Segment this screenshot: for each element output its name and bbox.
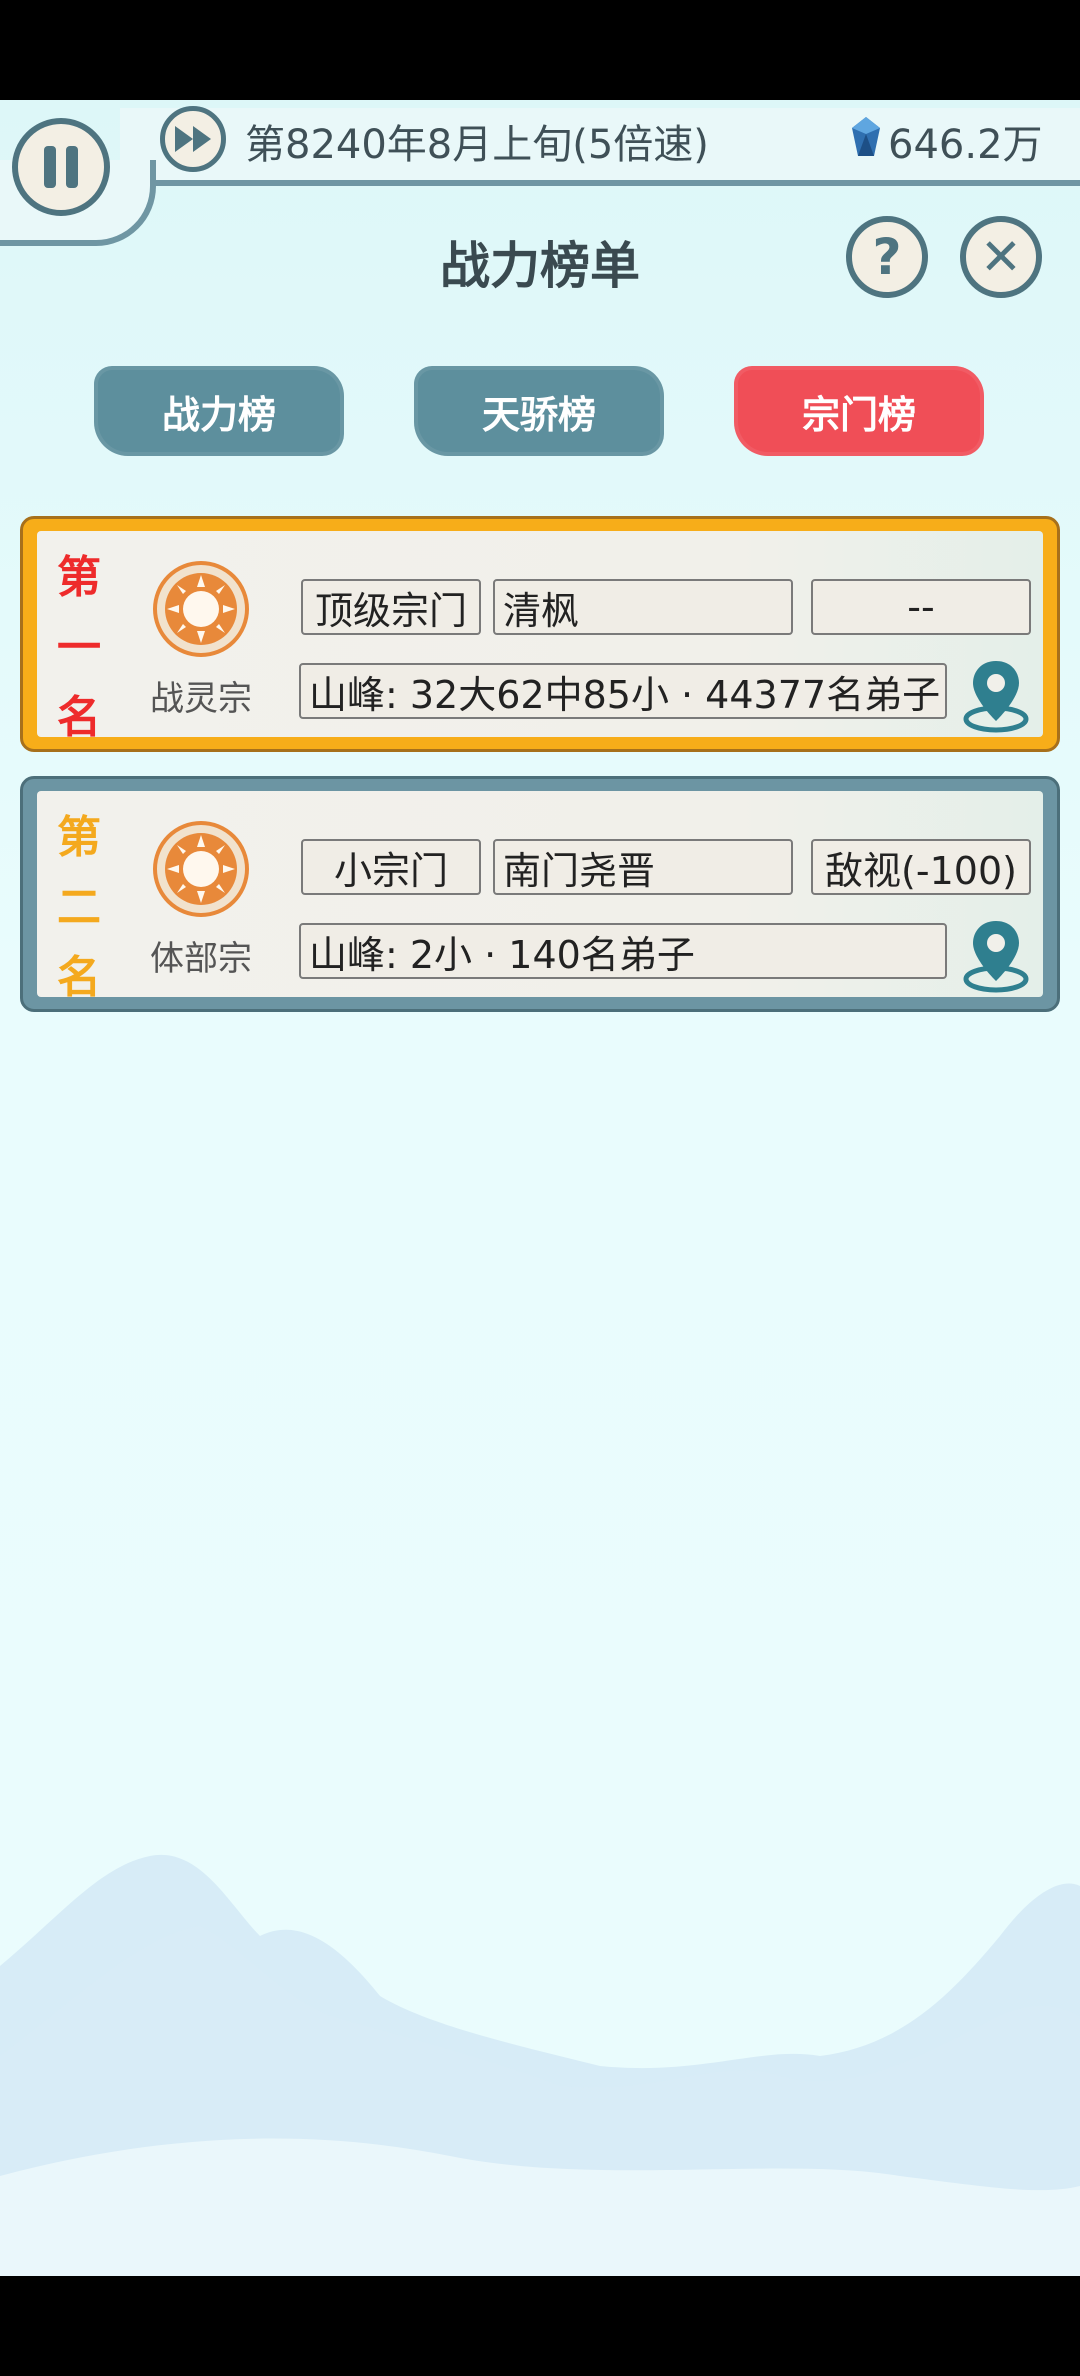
sect-name: 战灵宗 — [150, 679, 252, 719]
sect-relation: -- — [811, 579, 1031, 635]
rank-char: 二 — [57, 882, 101, 933]
pause-icon — [44, 146, 56, 188]
tab-prodigy-ranking[interactable]: 天骄榜 — [414, 366, 664, 456]
sun-emblem-icon — [153, 561, 249, 657]
pause-icon-bar — [66, 146, 78, 188]
sect-name: 体部宗 — [150, 939, 252, 979]
spirit-stone-count: 646.2万 — [888, 122, 1043, 168]
game-date: 第8240年8月上旬(5倍速) — [245, 122, 709, 168]
tab-sect-ranking[interactable]: 宗门榜 — [734, 366, 984, 456]
ranking-card-2[interactable]: 第 二 名 体部宗 小宗门 南门尧晋 敌视(-100) 山峰: 2小 · 140… — [20, 776, 1060, 1012]
ranking-card-1[interactable]: 第 一 名 战灵宗 顶级宗门 清枫 -- 山峰: 32大62中85小 · 443… — [20, 516, 1060, 752]
sect-relation: 敌视(-100) — [811, 839, 1031, 895]
question-icon: ? — [872, 228, 902, 286]
rank-char: 第 — [57, 812, 101, 863]
top-hud: 第8240年8月上旬(5倍速) 646.2万 — [0, 100, 1080, 246]
location-pin-icon[interactable] — [961, 915, 1031, 995]
close-icon: ✕ — [980, 228, 1022, 286]
sect-leader: 南门尧晋 — [493, 839, 793, 895]
sect-leader: 清枫 — [493, 579, 793, 635]
rank-char: 一 — [57, 622, 101, 673]
fast-forward-button[interactable] — [160, 106, 226, 172]
sun-emblem-icon — [153, 821, 249, 917]
game-screen: 第8240年8月上旬(5倍速) 646.2万 战力榜单 ? ✕ 战力榜 天骄榜 … — [0, 100, 1080, 2276]
rank-char: 第 — [57, 552, 101, 603]
ranking-card-body: 第 二 名 体部宗 小宗门 南门尧晋 敌视(-100) 山峰: 2小 · 140… — [37, 791, 1043, 997]
rank-char: 名 — [57, 952, 101, 997]
close-button[interactable]: ✕ — [960, 216, 1042, 298]
sect-tier: 小宗门 — [301, 839, 481, 895]
tab-power-ranking[interactable]: 战力榜 — [94, 366, 344, 456]
spirit-stone-icon — [852, 117, 880, 156]
fast-forward-icon — [175, 126, 211, 152]
sect-tier: 顶级宗门 — [301, 579, 481, 635]
rank-char: 名 — [57, 692, 101, 737]
rank-label: 第 一 名 — [57, 543, 101, 737]
sect-peaks-disciples: 山峰: 32大62中85小 · 44377名弟子 — [299, 663, 947, 719]
rank-label: 第 二 名 — [57, 803, 101, 997]
location-pin-icon[interactable] — [961, 655, 1031, 735]
sect-peaks-disciples: 山峰: 2小 · 140名弟子 — [299, 923, 947, 979]
help-button[interactable]: ? — [846, 216, 928, 298]
ranking-card-body: 第 一 名 战灵宗 顶级宗门 清枫 -- 山峰: 32大62中85小 · 443… — [37, 531, 1043, 737]
status-bar-top — [0, 0, 1080, 100]
mountain-background — [0, 1854, 1080, 2276]
navigation-bar-bottom — [0, 2276, 1080, 2376]
pause-button[interactable] — [12, 118, 110, 216]
